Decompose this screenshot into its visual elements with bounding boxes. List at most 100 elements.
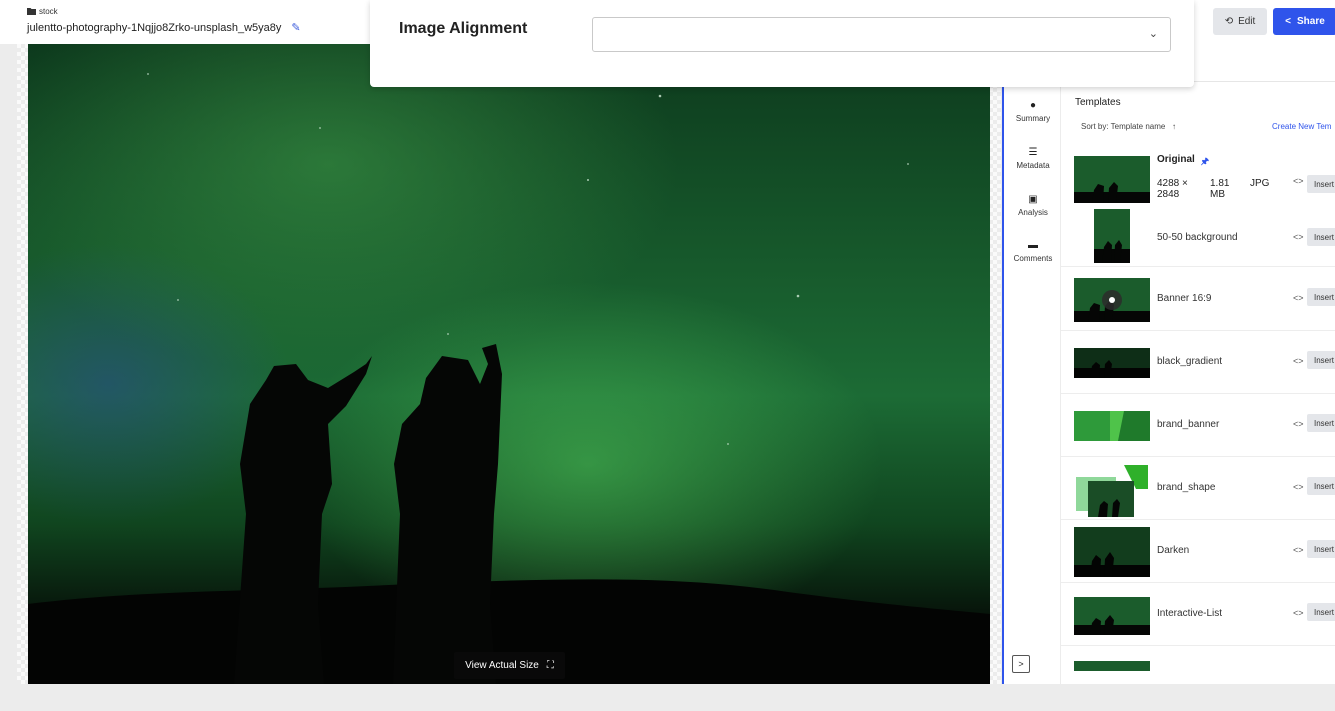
asset-preview-image xyxy=(28,44,990,684)
insert-button[interactable]: Insert xyxy=(1307,414,1335,432)
fullscreen-icon: ⛶ xyxy=(546,660,554,671)
insert-button[interactable]: Insert xyxy=(1307,477,1335,495)
insert-button[interactable]: Insert xyxy=(1307,288,1335,306)
tab-summary[interactable]: ● Summary xyxy=(1004,100,1062,123)
view-actual-size-label: View Actual Size xyxy=(465,660,539,671)
tab-metadata[interactable]: ☰ Metadata xyxy=(1004,147,1062,170)
edit-icon: ⟲ xyxy=(1224,16,1234,27)
insert-button[interactable]: Insert xyxy=(1307,228,1335,246)
insert-button[interactable]: Insert xyxy=(1307,351,1335,369)
folder-breadcrumb[interactable]: stock xyxy=(27,7,58,16)
template-name: brand_banner xyxy=(1157,419,1220,430)
original-width: 4288 × xyxy=(1157,178,1188,189)
expand-panel-button[interactable]: > xyxy=(1012,655,1030,673)
original-dimensions: 4288 × 2848 xyxy=(1157,178,1188,200)
comments-icon: ▬ xyxy=(1028,240,1038,251)
sort-by-template-name[interactable]: Sort by: Template name ↑ xyxy=(1081,122,1176,131)
sort-ascending-icon: ↑ xyxy=(1167,122,1177,131)
image-alignment-select[interactable]: ⌄ xyxy=(592,17,1171,52)
template-thumbnail xyxy=(1074,527,1150,577)
template-name: Interactive-List xyxy=(1157,608,1223,619)
tab-comments-label: Comments xyxy=(1013,254,1053,263)
folder-icon xyxy=(27,8,36,15)
insert-label: Insert xyxy=(1314,481,1335,491)
template-row[interactable]: brand_shape <> Insert xyxy=(1061,457,1335,520)
aurora-silhouette-illustration xyxy=(28,73,990,684)
template-row[interactable]: Interactive-List <> Insert xyxy=(1061,583,1335,646)
insert-label: Insert xyxy=(1314,292,1335,302)
embed-code-icon[interactable]: <> xyxy=(1293,176,1304,186)
template-name: brand_shape xyxy=(1157,482,1216,493)
original-filesize: 1.81 MB xyxy=(1210,178,1229,200)
original-format: JPG xyxy=(1250,178,1270,189)
rename-pencil-icon[interactable]: ✎ xyxy=(291,21,300,34)
templates-panel: Templates Sort by: Template name ↑ Creat… xyxy=(1061,44,1335,684)
edit-button-label: Edit xyxy=(1238,16,1256,27)
info-icon: ● xyxy=(1029,100,1037,111)
original-size-unit: MB xyxy=(1210,189,1225,200)
template-thumbnail xyxy=(1074,461,1150,517)
tab-analysis-label: Analysis xyxy=(1018,208,1048,217)
original-height: 2848 xyxy=(1157,189,1180,200)
share-button[interactable]: < Share xyxy=(1273,8,1335,35)
template-thumbnail xyxy=(1094,209,1130,263)
image-alignment-label: Image Alignment xyxy=(399,20,528,37)
template-thumbnail xyxy=(1074,661,1150,671)
tab-analysis[interactable]: ▣ Analysis xyxy=(1004,194,1062,217)
embed-code-icon[interactable]: <> xyxy=(1293,293,1304,303)
template-name: Darken xyxy=(1157,545,1190,556)
original-label: Original xyxy=(1157,154,1195,165)
template-thumbnail xyxy=(1074,278,1150,322)
insert-label: Insert xyxy=(1314,179,1335,189)
insert-label: Insert xyxy=(1314,607,1335,617)
insert-label: Insert xyxy=(1314,355,1335,365)
insert-button[interactable]: Insert xyxy=(1307,540,1335,558)
share-icon: < xyxy=(1285,16,1292,27)
chevron-down-icon: ⌄ xyxy=(1148,28,1158,40)
create-new-template-link[interactable]: Create New Tem xyxy=(1272,122,1331,131)
image-alignment-panel: Image Alignment ⌄ xyxy=(370,0,1194,87)
template-row[interactable]: 50-50 background <> Insert xyxy=(1061,204,1335,267)
original-name: Original 🖈 xyxy=(1157,154,1209,170)
insert-label: Insert xyxy=(1314,418,1335,428)
sort-label: Sort by: Template name xyxy=(1081,122,1166,131)
template-thumbnail xyxy=(1074,348,1150,378)
list-icon: ☰ xyxy=(1028,147,1038,158)
template-row[interactable]: Banner 16:9 <> Insert xyxy=(1061,268,1335,331)
template-row-original[interactable]: Original 🖈 4288 × 2848 1.81 MB JPG <> In… xyxy=(1061,146,1335,212)
image-analysis-icon: ▣ xyxy=(1028,194,1038,205)
templates-title: Templates xyxy=(1075,97,1121,108)
template-row[interactable]: black_gradient <> Insert xyxy=(1061,331,1335,394)
template-thumbnail xyxy=(1074,411,1150,441)
template-name: Banner 16:9 xyxy=(1157,293,1212,304)
embed-code-icon[interactable]: <> xyxy=(1293,545,1304,555)
insert-button[interactable]: Insert xyxy=(1307,175,1335,193)
template-row[interactable]: brand_banner <> Insert xyxy=(1061,394,1335,457)
tab-comments[interactable]: ▬ Comments xyxy=(1004,240,1062,263)
asset-filename: julentto-photography-1Nqjjo8Zrko-unsplas… xyxy=(27,21,301,35)
insert-label: Insert xyxy=(1314,544,1335,554)
template-row[interactable]: Darken <> Insert xyxy=(1061,520,1335,583)
pin-icon: 🖈 xyxy=(1200,156,1210,166)
view-actual-size-button[interactable]: View Actual Size ⛶ xyxy=(454,652,565,679)
embed-code-icon[interactable]: <> xyxy=(1293,482,1304,492)
template-name: 50-50 background xyxy=(1157,232,1238,243)
tab-summary-label: Summary xyxy=(1015,114,1051,123)
bottom-bar xyxy=(0,684,1335,711)
folder-label: stock xyxy=(39,7,58,16)
original-size-value: 1.81 xyxy=(1210,178,1230,189)
template-thumbnail xyxy=(1074,597,1150,635)
embed-code-icon[interactable]: <> xyxy=(1293,419,1304,429)
chevron-right-icon: > xyxy=(1018,659,1024,669)
insert-button[interactable]: Insert xyxy=(1307,603,1335,621)
template-thumbnail xyxy=(1074,156,1150,203)
template-row-partial[interactable] xyxy=(1061,646,1335,684)
side-tab-rail: ● Summary ☰ Metadata ▣ Analysis ▬ Commen… xyxy=(1002,87,1060,684)
share-button-label: Share xyxy=(1297,16,1325,27)
embed-code-icon[interactable]: <> xyxy=(1293,232,1304,242)
edit-button[interactable]: ⟲ Edit xyxy=(1213,8,1267,35)
insert-label: Insert xyxy=(1314,232,1335,242)
embed-code-icon[interactable]: <> xyxy=(1293,356,1304,366)
template-name: black_gradient xyxy=(1157,356,1223,367)
embed-code-icon[interactable]: <> xyxy=(1293,608,1304,618)
